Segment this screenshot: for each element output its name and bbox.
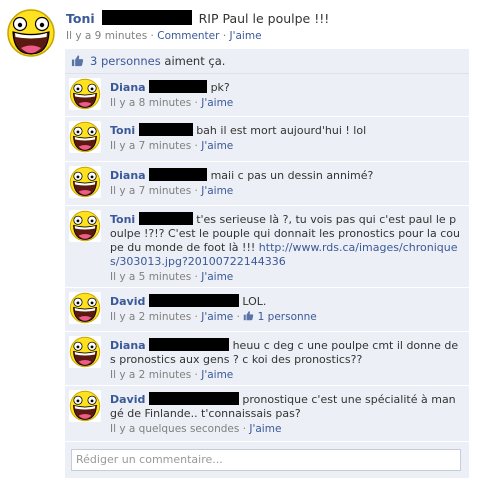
- comment-meta: Il y a quelques secondes · J'aime: [110, 422, 462, 436]
- meta-separator: ·: [236, 311, 240, 323]
- meta-separator: ·: [194, 271, 198, 283]
- comment-author-name[interactable]: Toni: [110, 213, 135, 226]
- comment-meta: Il y a 7 minutes · J'aime: [110, 139, 462, 153]
- comment-item: Diana heuu c deg c une poulpe cmt il don…: [65, 332, 469, 386]
- comment-meta: Il y a 2 minutes · J'aime · 1 personne: [110, 310, 462, 324]
- comment-like-link[interactable]: J'aime: [201, 97, 233, 109]
- comment-like-link[interactable]: J'aime: [249, 423, 281, 435]
- thumbs-up-icon: [243, 310, 254, 321]
- comment-text: bah il est mort aujourd'hui ! lol: [196, 124, 367, 137]
- comment-like-count-link[interactable]: 1 personne: [258, 311, 317, 323]
- meta-separator: ·: [194, 97, 198, 109]
- redacted-name-block: [138, 123, 193, 136]
- likes-bar: 3 personnes aiment ça.: [65, 49, 469, 74]
- reply-area: Rédiger un commentaire...: [65, 442, 469, 478]
- comment-avatar[interactable]: [69, 210, 101, 242]
- post-timestamp[interactable]: Il y a 9 minutes: [66, 30, 147, 42]
- author-avatar[interactable]: [6, 8, 56, 58]
- comment-like-link[interactable]: J'aime: [201, 140, 233, 152]
- comment-timestamp[interactable]: Il y a 7 minutes: [110, 140, 191, 152]
- comment-avatar[interactable]: [69, 166, 101, 198]
- post-meta: Il y a 9 minutes · Commenter · J'aime: [66, 30, 262, 42]
- comment-avatar[interactable]: [69, 336, 101, 368]
- comment-author-name[interactable]: David: [110, 295, 145, 308]
- comment-item: Toni bah il est mort aujourd'hui ! lol I…: [65, 117, 469, 162]
- comment-avatar[interactable]: [69, 390, 101, 422]
- comment-item: Diana maii c pas un dessin annimé? Il y …: [65, 162, 469, 206]
- redacted-name-block: [148, 392, 239, 405]
- meta-separator: ·: [194, 369, 198, 381]
- comment-text: maii c pas un dessin annimé?: [210, 169, 374, 182]
- post-author-name[interactable]: Toni: [66, 11, 95, 26]
- comment-item: Diana pk? Il y a 8 minutes · J'aime: [65, 74, 469, 117]
- comment-avatar[interactable]: [69, 78, 101, 110]
- meta-separator: ·: [222, 30, 227, 42]
- meta-separator: ·: [150, 30, 154, 42]
- meta-separator: ·: [194, 140, 198, 152]
- post-text: RIP Paul le poulpe !!!: [198, 11, 330, 26]
- comment-text: LOL.: [242, 295, 267, 308]
- meta-separator: ·: [194, 185, 198, 197]
- redacted-name-block: [101, 10, 192, 25]
- redacted-name-block: [148, 294, 239, 307]
- comment-item: David pronostique c'est une spécialité à…: [65, 386, 469, 442]
- comment-like-link[interactable]: J'aime: [201, 185, 233, 197]
- comment-author-name[interactable]: Diana: [110, 339, 146, 352]
- comment-link[interactable]: Commenter: [157, 30, 219, 42]
- comment-like-link[interactable]: J'aime: [201, 369, 233, 381]
- comment-like-link[interactable]: J'aime: [201, 271, 233, 283]
- comment-item: David LOL. Il y a 2 minutes · J'aime · 1…: [65, 288, 469, 332]
- comment-text: pk?: [210, 81, 230, 94]
- redacted-name-block: [149, 168, 208, 181]
- comment-like-link[interactable]: J'aime: [201, 311, 233, 323]
- redacted-name-block: [149, 338, 230, 351]
- comment-author-name[interactable]: Diana: [110, 81, 146, 94]
- comment-meta: Il y a 5 minutes · J'aime: [110, 270, 462, 284]
- comment-author-name[interactable]: Diana: [110, 169, 146, 182]
- comment-timestamp[interactable]: Il y a 7 minutes: [110, 185, 191, 197]
- comment-item: Toni t'es serieuse là ?, tu vois pas qui…: [65, 206, 469, 288]
- like-link[interactable]: J'aime: [230, 30, 262, 42]
- comment-timestamp[interactable]: Il y a 8 minutes: [110, 97, 191, 109]
- comment-meta: Il y a 7 minutes · J'aime: [110, 184, 462, 198]
- redacted-name-block: [149, 80, 208, 93]
- comment-timestamp[interactable]: Il y a quelques secondes: [110, 423, 239, 435]
- likes-suffix: aiment ça.: [164, 54, 226, 68]
- comment-list: Diana pk? Il y a 8 minutes · J'aime Toni…: [65, 74, 469, 442]
- redacted-name-block: [138, 212, 193, 225]
- meta-separator: ·: [194, 311, 198, 323]
- thumbs-up-icon: [71, 54, 84, 67]
- comment-author-name[interactable]: David: [110, 393, 145, 406]
- comment-input[interactable]: Rédiger un commentaire...: [71, 449, 461, 471]
- comment-meta: Il y a 8 minutes · J'aime: [110, 96, 462, 110]
- meta-separator: ·: [242, 423, 247, 435]
- comment-timestamp[interactable]: Il y a 2 minutes: [110, 311, 191, 323]
- comment-meta: Il y a 2 minutes · J'aime: [110, 368, 462, 382]
- comment-avatar[interactable]: [69, 292, 101, 324]
- likes-count-link[interactable]: 3 personnes: [90, 54, 161, 68]
- post-header: Toni RIP Paul le poulpe !!!: [66, 10, 329, 27]
- comment-avatar[interactable]: [69, 121, 101, 153]
- comment-timestamp[interactable]: Il y a 2 minutes: [110, 369, 191, 381]
- comment-timestamp[interactable]: Il y a 5 minutes: [110, 271, 191, 283]
- comment-author-name[interactable]: Toni: [110, 124, 135, 137]
